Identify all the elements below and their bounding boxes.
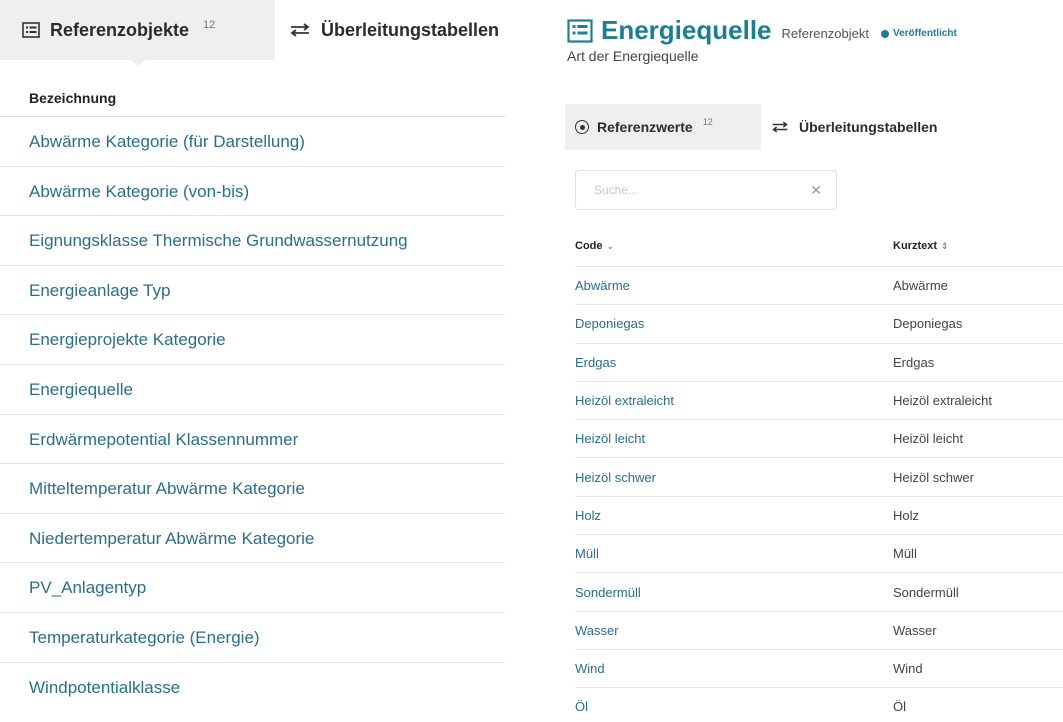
kurztext-cell: Abwärme bbox=[893, 266, 1063, 306]
column-header-label: Code bbox=[575, 240, 603, 252]
tab-label: Referenzobjekte bbox=[50, 19, 190, 40]
table-row: Heizöl schwer Heizöl schwer bbox=[575, 457, 1063, 497]
table-row: Heizöl leicht Heizöl leicht bbox=[575, 419, 1063, 459]
tab-ueberleitungstabellen[interactable]: Überleitungstabellen bbox=[761, 104, 1063, 150]
code-cell[interactable]: Deponiegas bbox=[575, 304, 893, 344]
code-cell[interactable]: Holz bbox=[575, 496, 893, 536]
globe-icon bbox=[880, 29, 889, 38]
tab-label: Überleitungstabellen bbox=[321, 19, 500, 40]
list-item[interactable]: PV_Anlagentyp bbox=[0, 563, 505, 613]
kurztext-cell: Heizöl extraleicht bbox=[893, 381, 1063, 421]
code-cell[interactable]: Heizöl leicht bbox=[575, 419, 893, 459]
kurztext-cell: Wasser bbox=[893, 611, 1063, 650]
column-header-kurztext[interactable]: Kurztext ⇕ bbox=[893, 226, 1063, 267]
code-cell[interactable]: Wasser bbox=[575, 611, 893, 650]
tab-label: Referenzwerte bbox=[597, 119, 693, 135]
table-row: Sondermüll Sondermüll bbox=[575, 572, 1063, 612]
tab-label: Überleitungstabellen bbox=[799, 119, 938, 135]
kurztext-cell: Heizöl leicht bbox=[893, 419, 1063, 459]
radio-target-icon bbox=[575, 120, 589, 134]
reference-object-list: Abwärme Kategorie (für Darstellung) Abwä… bbox=[0, 117, 505, 712]
status-label: Veröffentlicht bbox=[892, 28, 957, 39]
kurztext-cell: Sondermüll bbox=[893, 572, 1063, 612]
table-row: Öl Öl bbox=[575, 688, 1063, 722]
list-item[interactable]: Eignungsklasse Thermische Grundwassernut… bbox=[0, 216, 505, 266]
search-field: ✕ bbox=[575, 170, 837, 210]
column-header-code[interactable]: Code ⌄ bbox=[575, 226, 893, 267]
kurztext-cell: Erdgas bbox=[893, 343, 1063, 382]
reference-values-table: Code ⌄ Kurztext ⇕ Abwärme Abwärme Deponiega… bbox=[575, 226, 1063, 722]
list-item[interactable]: Abwärme Kategorie (für Darstellung) bbox=[0, 117, 505, 167]
sort-desc-icon: ⌄ bbox=[606, 241, 615, 251]
exchange-arrows-icon bbox=[771, 121, 789, 133]
object-type-label: Referenzobjekt bbox=[781, 26, 869, 41]
table-header-row: Code ⌄ Kurztext ⇕ bbox=[575, 226, 1063, 267]
tab-ueberleitungstabellen[interactable]: Überleitungstabellen bbox=[275, 0, 505, 60]
table-row: Heizöl extraleicht Heizöl extraleicht bbox=[575, 381, 1063, 421]
list-item[interactable]: Windpotentialklasse bbox=[0, 663, 505, 713]
kurztext-cell: Deponiegas bbox=[893, 304, 1063, 344]
column-header-bezeichnung[interactable]: Bezeichnung bbox=[0, 90, 505, 117]
table-list-icon bbox=[22, 22, 40, 38]
table-row: Deponiegas Deponiegas bbox=[575, 304, 1063, 344]
reference-object-detail-panel: Energiequelle Referenzobjekt Veröffentli… bbox=[565, 0, 1063, 722]
code-cell[interactable]: Sondermüll bbox=[575, 572, 893, 612]
left-tab-bar: Referenzobjekte 12 Überleitungstabellen bbox=[0, 0, 505, 67]
page-title: Energiequelle bbox=[601, 15, 772, 45]
code-cell[interactable]: Erdgas bbox=[575, 343, 893, 382]
right-tab-bar: Referenzwerte 12 Überleitungstabellen bbox=[565, 104, 1063, 150]
kurztext-cell: Holz bbox=[893, 496, 1063, 536]
code-cell[interactable]: Müll bbox=[575, 534, 893, 574]
list-item[interactable]: Energieanlage Typ bbox=[0, 266, 505, 316]
kurztext-cell: Heizöl schwer bbox=[893, 457, 1063, 497]
exchange-arrows-icon bbox=[289, 23, 311, 37]
code-cell[interactable]: Öl bbox=[575, 688, 893, 722]
kurztext-cell: Öl bbox=[893, 699, 906, 715]
search-input[interactable] bbox=[592, 182, 811, 198]
table-row: Abwärme Abwärme bbox=[575, 266, 1063, 306]
code-cell[interactable]: Wind bbox=[575, 649, 893, 689]
clear-icon[interactable]: ✕ bbox=[810, 182, 822, 199]
table-row: Erdgas Erdgas bbox=[575, 343, 1063, 382]
page-subtitle: Art der Energiequelle bbox=[567, 48, 699, 64]
tab-referenzobjekte[interactable]: Referenzobjekte 12 bbox=[0, 0, 275, 60]
code-cell[interactable]: Abwärme bbox=[575, 266, 893, 306]
list-item[interactable]: Temperaturkategorie (Energie) bbox=[0, 613, 505, 663]
list-item[interactable]: Energiequelle bbox=[0, 365, 505, 415]
tab-referenzwerte[interactable]: Referenzwerte 12 bbox=[565, 104, 761, 150]
count-badge: 12 bbox=[203, 19, 216, 31]
table-list-icon bbox=[567, 18, 593, 43]
page-header: Energiequelle Referenzobjekt Veröffentli… bbox=[565, 15, 1063, 46]
kurztext-cell: Wind bbox=[893, 649, 1063, 689]
table-row: Müll Müll bbox=[575, 534, 1063, 574]
list-item[interactable]: Mitteltemperatur Abwärme Kategorie bbox=[0, 464, 505, 514]
list-item[interactable]: Niedertemperatur Abwärme Kategorie bbox=[0, 514, 505, 564]
table-row: Wind Wind bbox=[575, 649, 1063, 689]
list-item[interactable]: Erdwärmepotential Klassennummer bbox=[0, 415, 505, 465]
code-cell[interactable]: Heizöl extraleicht bbox=[575, 381, 893, 421]
table-row: Holz Holz bbox=[575, 496, 1063, 536]
table-row: Wasser Wasser bbox=[575, 611, 1063, 650]
column-header-label: Kurztext bbox=[893, 240, 938, 252]
active-tab-caret bbox=[131, 60, 145, 67]
count-badge: 12 bbox=[702, 117, 713, 127]
kurztext-cell: Müll bbox=[893, 534, 1063, 574]
list-item[interactable]: Abwärme Kategorie (von-bis) bbox=[0, 167, 505, 217]
status-badge: Veröffentlicht bbox=[880, 28, 957, 39]
code-cell[interactable]: Heizöl schwer bbox=[575, 457, 893, 497]
reference-objects-panel: Referenzobjekte 12 Überleitungstabellen … bbox=[0, 0, 505, 722]
sort-icon: ⇕ bbox=[941, 241, 949, 251]
list-item[interactable]: Energieprojekte Kategorie bbox=[0, 315, 505, 365]
